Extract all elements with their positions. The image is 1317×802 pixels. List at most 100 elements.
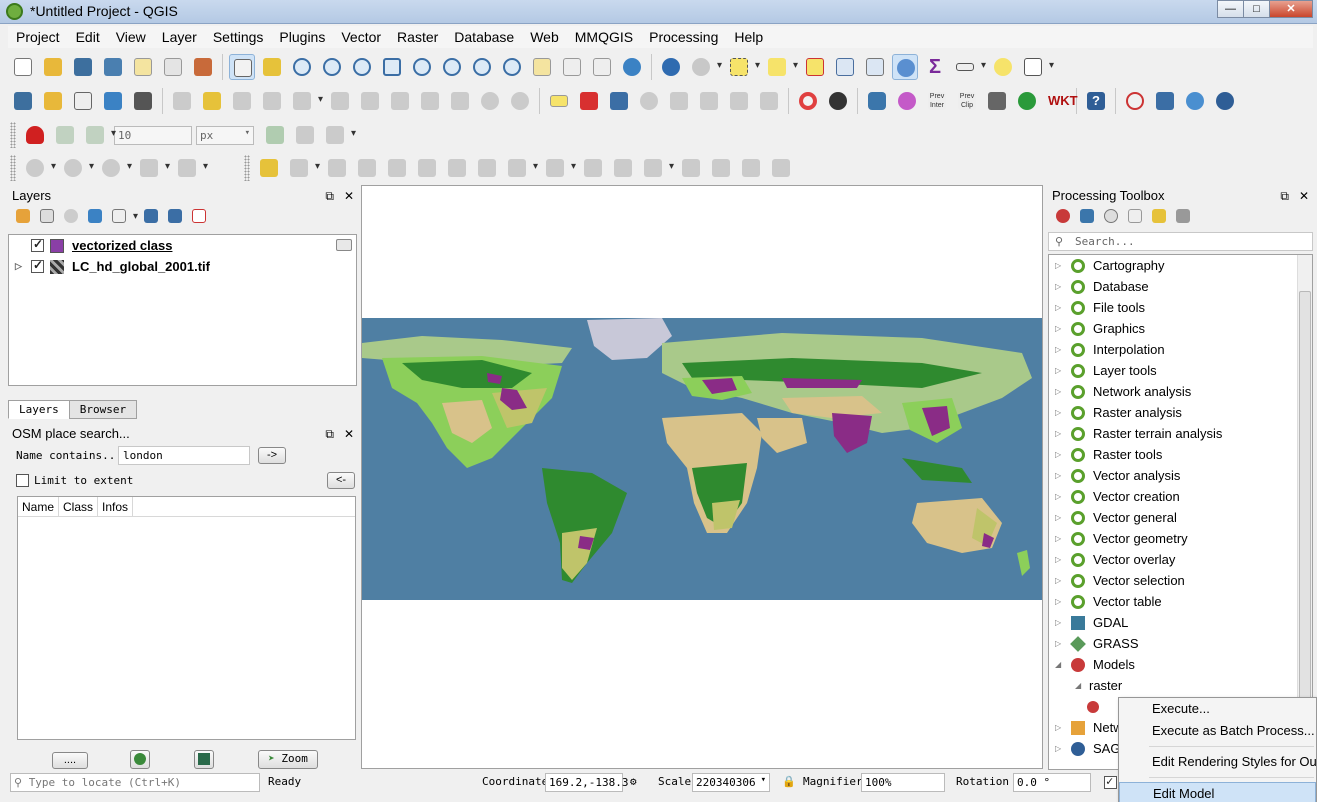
menu-processing[interactable]: Processing: [641, 26, 726, 48]
add-circular-string-icon[interactable]: [22, 155, 56, 181]
column-name[interactable]: Name: [18, 497, 60, 516]
manage-themes-icon[interactable]: [62, 205, 82, 231]
group-file-tools[interactable]: ▷ File tools: [1049, 297, 1312, 318]
in-place-edit-icon[interactable]: [1150, 205, 1170, 231]
filter-expression-icon[interactable]: [110, 205, 138, 231]
save-project-icon[interactable]: [70, 54, 96, 80]
current-edits-icon[interactable]: [169, 88, 195, 114]
menu-execute-batch[interactable]: Execute as Batch Process...: [1119, 720, 1316, 742]
close-panel-icon[interactable]: ✕: [344, 427, 354, 441]
identify-icon[interactable]: [658, 54, 684, 80]
filter-legend-icon[interactable]: [86, 205, 106, 231]
group-raster-terrain-analysis[interactable]: ▷ Raster terrain analysis: [1049, 423, 1312, 444]
processing-scrollbar[interactable]: [1297, 255, 1312, 769]
save-edits-icon[interactable]: [229, 88, 255, 114]
undock-icon[interactable]: ⧉: [325, 189, 334, 203]
split-parts-icon[interactable]: [640, 155, 674, 181]
collapse-all-icon[interactable]: [166, 205, 186, 231]
lock-scale-icon[interactable]: 🔒: [782, 775, 796, 788]
rotate-feature-icon[interactable]: [324, 155, 350, 181]
provider-grass[interactable]: ▷ GRASS: [1049, 633, 1312, 654]
osm-zoom-button[interactable]: ➤ Zoom: [258, 750, 318, 769]
group-database[interactable]: ▷ Database: [1049, 276, 1312, 297]
snapping-magnet-icon[interactable]: [22, 122, 48, 148]
zoom-selection-icon[interactable]: [409, 54, 435, 80]
histogram-icon[interactable]: [1212, 88, 1238, 114]
add-circle-icon[interactable]: [60, 155, 94, 181]
layer-visibility-checkbox[interactable]: [31, 258, 44, 273]
add-feature-icon[interactable]: [259, 88, 285, 114]
trace-icon[interactable]: [262, 122, 288, 148]
add-wms-icon[interactable]: [130, 88, 156, 114]
undo-icon[interactable]: [477, 88, 503, 114]
field-calculator-icon[interactable]: [862, 54, 888, 80]
group-graphics[interactable]: ▷ Graphics: [1049, 318, 1312, 339]
move-label-icon[interactable]: [696, 88, 722, 114]
new-project-icon[interactable]: [10, 54, 36, 80]
magnifier-field[interactable]: 100%: [861, 773, 945, 792]
expand-all-icon[interactable]: [142, 205, 162, 231]
georeferencer-icon[interactable]: [1152, 88, 1178, 114]
split-features-icon[interactable]: [610, 155, 636, 181]
move-feature-icon[interactable]: [286, 155, 320, 181]
zoom-next-icon[interactable]: [499, 54, 525, 80]
intersection-icon[interactable]: [292, 122, 318, 148]
models-group-raster[interactable]: ◢ raster: [1049, 675, 1312, 696]
close-panel-icon[interactable]: ✕: [344, 189, 354, 203]
coordinate-field[interactable]: 169.2,-138.3: [545, 773, 628, 792]
osm-map-button[interactable]: [194, 750, 214, 769]
show-bookmarks-icon[interactable]: [589, 54, 615, 80]
group-vector-analysis[interactable]: ▷ Vector analysis: [1049, 465, 1312, 486]
reshape-icon[interactable]: [542, 155, 576, 181]
rotate-label-icon[interactable]: [726, 88, 752, 114]
maximize-button[interactable]: □: [1243, 0, 1270, 18]
crosshair-icon[interactable]: [1122, 88, 1148, 114]
group-layer-tools[interactable]: ▷ Layer tools: [1049, 360, 1312, 381]
advanced-digitizing-icon[interactable]: [256, 155, 282, 181]
minimize-button[interactable]: —: [1217, 0, 1244, 18]
highlight-pinned-labels-icon[interactable]: [606, 88, 632, 114]
zoom-last-icon[interactable]: [469, 54, 495, 80]
new-map-view-icon[interactable]: [529, 54, 555, 80]
new-print-layout-icon[interactable]: [130, 54, 156, 80]
expand-arrow-icon[interactable]: ▷: [15, 261, 27, 272]
refresh-icon[interactable]: [619, 54, 645, 80]
snap-mode-icon[interactable]: [82, 122, 116, 148]
column-infos[interactable]: Infos: [98, 497, 134, 516]
group-vector-geometry[interactable]: ▷ Vector geometry: [1049, 528, 1312, 549]
new-bookmark-icon[interactable]: [559, 54, 585, 80]
delete-selected-icon[interactable]: [357, 88, 383, 114]
processing-toolbox-icon[interactable]: [892, 54, 918, 80]
merge-features-icon[interactable]: [678, 155, 704, 181]
group-vector-creation[interactable]: ▷ Vector creation: [1049, 486, 1312, 507]
locator-input[interactable]: ⚲ Type to locate (Ctrl+K): [10, 773, 260, 792]
menu-help[interactable]: Help: [726, 26, 771, 48]
new-geopackage-icon[interactable]: [40, 88, 66, 114]
globe-tool-icon[interactable]: [1182, 88, 1208, 114]
change-label-icon[interactable]: [756, 88, 782, 114]
close-button[interactable]: ✕: [1269, 0, 1313, 18]
data-source-manager-icon[interactable]: [10, 88, 36, 114]
statistical-summary-icon[interactable]: Σ: [922, 54, 948, 80]
prev-clip-icon[interactable]: Prev Clip: [954, 88, 980, 114]
select-features-icon[interactable]: [726, 54, 760, 80]
simplify-feature-icon[interactable]: [354, 155, 380, 181]
print-icon[interactable]: [984, 88, 1010, 114]
zoom-in-icon[interactable]: [289, 54, 315, 80]
render-checkbox[interactable]: [1104, 774, 1117, 789]
vertex-tool-icon[interactable]: [289, 88, 323, 114]
limit-extent-checkbox[interactable]: [16, 474, 29, 487]
menu-layer[interactable]: Layer: [154, 26, 205, 48]
osm-search-input[interactable]: [118, 446, 250, 465]
processing-search-input[interactable]: ⚲ Search...: [1048, 232, 1313, 251]
rotate-point-symbols-icon[interactable]: [738, 155, 764, 181]
remove-layer-icon[interactable]: [190, 205, 210, 231]
group-vector-table[interactable]: ▷ Vector table: [1049, 591, 1312, 612]
deselect-icon[interactable]: [802, 54, 828, 80]
layer-row-lc-hd-global[interactable]: ▷ LC_hd_global_2001.tif: [9, 256, 356, 277]
tab-browser[interactable]: Browser: [68, 400, 138, 419]
measure-icon[interactable]: [952, 54, 986, 80]
undock-icon[interactable]: ⧉: [1280, 189, 1289, 203]
history-icon[interactable]: [1102, 205, 1122, 231]
add-group-icon[interactable]: [38, 205, 58, 231]
